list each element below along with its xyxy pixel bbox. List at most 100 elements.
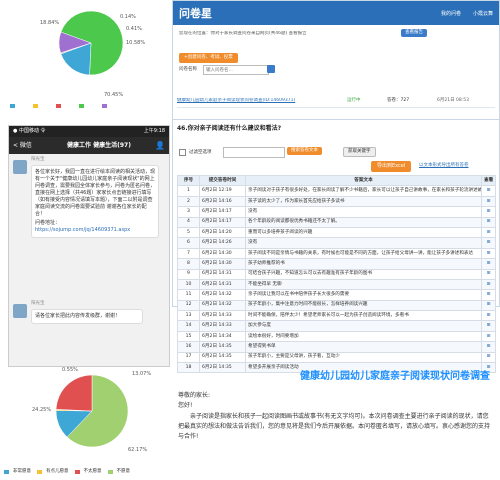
survey-title: 健康幼儿园幼儿家庭亲子阅读现状问卷调查 xyxy=(300,371,490,382)
cell-no: 1 xyxy=(177,185,200,197)
legend-swatch xyxy=(56,104,61,108)
clock-text: 上午9:18 xyxy=(143,128,165,134)
legend-swatch xyxy=(79,104,84,108)
message-bubble[interactable]: 请各位家长把此内容传发级群，谢谢！ xyxy=(31,309,143,324)
cell-text: 可结合孩子兴趣，不知道怎么可以去有趣准有孩子年龄的图书 xyxy=(245,268,482,280)
view-answer-icon[interactable]: ⊞ xyxy=(481,299,496,312)
cell-time: 6月2日 14:31 xyxy=(199,278,246,291)
sender-name: 阳光宝 xyxy=(31,301,45,306)
group-info-icon[interactable]: 👤 xyxy=(155,141,165,150)
cell-time: 6月2日 14:17 xyxy=(199,216,246,228)
view-answer-icon[interactable]: ⊞ xyxy=(481,226,496,239)
view-answer-icon[interactable]: ⊞ xyxy=(481,247,496,260)
table-row: 17 6月2日 14:35 孩子年龄小，主要是父母讲，孩子看，互动少 ⊞ xyxy=(177,351,496,364)
cell-time: 6月2日 14:17 xyxy=(199,206,246,218)
nav-user[interactable]: 小霞云舞 xyxy=(473,10,493,17)
cell-time: 6月2日 14:16 xyxy=(199,195,246,208)
pie-chart-top xyxy=(58,10,124,76)
legend-swatch xyxy=(10,104,15,108)
avatar[interactable] xyxy=(13,304,27,318)
table-row: 1 6月2日 12:19 亲子阅读对于孩子有很多好处，在家长阅读了解不少书籍后，家长… xyxy=(177,185,496,197)
table-row: 9 6月2日 14:31 可结合孩子兴趣，不知道怎么可以去有趣准有孩子年龄的图书 ⊞ xyxy=(177,268,496,280)
phone-status-bar: ● 中国移动 令 上午9:18 xyxy=(9,126,169,137)
back-button[interactable]: < 微信 xyxy=(13,142,43,150)
view-answer-icon[interactable]: ⊞ xyxy=(481,310,496,322)
survey-intro: 健康幼儿园幼儿家庭亲子阅读现状问卷调查 尊敬的家长: 您好! 亲子阅读是指家长和… xyxy=(172,370,498,478)
cell-no: 12 xyxy=(177,299,200,312)
view-answer-icon[interactable]: ⊞ xyxy=(481,278,496,291)
pie-bottom-label-3: 24.25% xyxy=(32,407,52,413)
cell-time: 6月2日 14:35 xyxy=(199,341,246,353)
cell-text: 孩子年龄小，集中注意力时间不能很长，怎样培养阅读兴趣 xyxy=(245,299,482,312)
view-answer-icon[interactable]: ⊞ xyxy=(481,341,496,353)
view-answer-icon[interactable]: ⊞ xyxy=(481,216,496,228)
table-row: 12 6月2日 14:32 孩子年龄小，集中注意力时间不能很长，怎样培养阅读兴趣 ⊞ xyxy=(177,299,496,312)
checkbox[interactable] xyxy=(179,149,186,156)
view-answer-icon[interactable]: ⊞ xyxy=(481,258,496,270)
survey-hello: 您好! xyxy=(178,402,193,409)
view-answer-icon[interactable]: ⊞ xyxy=(481,195,496,208)
nav-my-surveys[interactable]: 我的问卷 xyxy=(441,10,461,17)
cell-no: 4 xyxy=(177,216,200,228)
cell-time: 6月2日 14:32 xyxy=(199,299,246,312)
cell-no: 14 xyxy=(177,320,200,332)
view-answer-icon[interactable]: ⊞ xyxy=(481,289,496,301)
filter-label: 过滤空选项 xyxy=(189,149,212,155)
cell-text: 孩子阅读不同是亲情与书籍的关系，有时候也可能是不同的方面，让孩子给父母讲一讲，能… xyxy=(245,247,482,260)
filter-input[interactable] xyxy=(223,147,285,158)
table-row: 10 6月2日 14:31 不能坐得早 无聊 ⊞ xyxy=(177,278,496,291)
view-answer-icon[interactable]: ⊞ xyxy=(481,320,496,332)
keyword-button[interactable]: 获取关键字 xyxy=(343,147,376,157)
web-survey-panel: 问卷星 我的问卷 小霞云舞 您现在的位置：你对于家长调查问卷来自网页(共46题)… xyxy=(172,0,500,374)
cell-no: 3 xyxy=(177,206,200,218)
cell-no: 9 xyxy=(177,268,200,280)
cell-text: 读绘本很好，时间要增加 xyxy=(245,330,482,343)
search-icon[interactable] xyxy=(267,65,275,73)
cell-text: 孩子读的太少了，作为家长首先应给孩子多读书 xyxy=(245,195,482,208)
avatar[interactable] xyxy=(13,160,27,174)
legend-label: 不太愿意 xyxy=(83,469,102,474)
search-input[interactable] xyxy=(203,65,269,75)
view-answer-icon[interactable]: ⊞ xyxy=(481,185,496,197)
survey-link[interactable]: https://sojump.com/jq/14609371.aspx xyxy=(35,227,155,234)
view-answer-icon[interactable]: ⊞ xyxy=(481,268,496,280)
divider xyxy=(173,119,499,120)
cell-text: 亲子阅读让我可以在书中陪伴孩子长大很多的需要 xyxy=(245,289,482,301)
cell-time: 6月2日 14:33 xyxy=(199,320,246,332)
legend-swatch xyxy=(37,470,42,474)
site-logo[interactable]: 问卷星 xyxy=(179,5,212,21)
cell-time: 6月2日 14:30 xyxy=(199,247,246,260)
survey-row[interactable]: 健康幼儿园幼儿家庭亲子阅读现状问卷调查(ID:14609371) 运行中 答卷：… xyxy=(177,95,495,108)
table-row: 4 6月2日 14:17 各个年龄段的阅读都很优秀书籍还不太了解。 ⊞ xyxy=(177,216,496,228)
table-row: 11 6月2日 14:32 亲子阅读让我可以在书中陪伴孩子长大很多的需要 ⊞ xyxy=(177,289,496,301)
export-text-link[interactable]: 以文本形式导出所有答卷 xyxy=(419,163,469,169)
search-text-button[interactable]: 搜索答卷文本 xyxy=(287,147,322,155)
survey-row-date: 6月21日 08:53 xyxy=(437,98,469,103)
export-excel-button[interactable]: 导出到Excel xyxy=(371,161,412,172)
view-answer-icon[interactable]: ⊞ xyxy=(481,237,496,249)
cell-time: 6月2日 14:33 xyxy=(199,310,246,322)
view-answer-icon[interactable]: ⊞ xyxy=(481,330,496,343)
cell-time: 6月2日 14:20 xyxy=(199,226,246,239)
pie-top-label-1: 18.84% xyxy=(40,20,60,26)
view-answer-icon[interactable]: ⊞ xyxy=(481,206,496,218)
message-bubble[interactable]: 各位家长好，我园一直在进行绘本阅读的相关活动，现有一个关于"健康幼儿园幼儿家庭亲… xyxy=(31,165,159,238)
pie-chart-panel-bottom: 0.55% 13.07% 24.25% 62.17% 非常愿意 有点儿愿意 不太… xyxy=(0,365,170,480)
column-header-no: 序号 xyxy=(177,174,200,187)
cell-text: 孩子幼师推荐的书 xyxy=(245,258,482,270)
cell-text: 不能坐得早 无聊 xyxy=(245,278,482,291)
pie-chart-panel-top: 18.84% 0.14% 0.41% 10.58% 70.45% xyxy=(0,0,170,118)
cell-time: 6月2日 12:19 xyxy=(199,185,246,197)
cell-text: 没有 xyxy=(245,206,482,218)
legend-swatch xyxy=(4,470,9,474)
filter-toggle[interactable]: 过滤空选项 xyxy=(179,149,212,156)
column-header-time: 提交答卷时间 xyxy=(199,174,246,187)
cell-no: 7 xyxy=(177,247,200,260)
pie-bottom-label-1: 0.55% xyxy=(62,367,78,373)
view-answer-icon[interactable]: ⊞ xyxy=(481,351,496,364)
survey-row-title[interactable]: 健康幼儿园幼儿家庭亲子阅读现状问卷调查(ID:14609371) xyxy=(177,98,347,104)
survey-row-status: 运行中 xyxy=(347,98,361,103)
view-report-button[interactable]: 查看报告 xyxy=(401,29,427,37)
create-survey-button[interactable]: +创建问卷、考试、投票 xyxy=(179,53,238,63)
cell-time: 6月2日 14:35 xyxy=(199,351,246,364)
